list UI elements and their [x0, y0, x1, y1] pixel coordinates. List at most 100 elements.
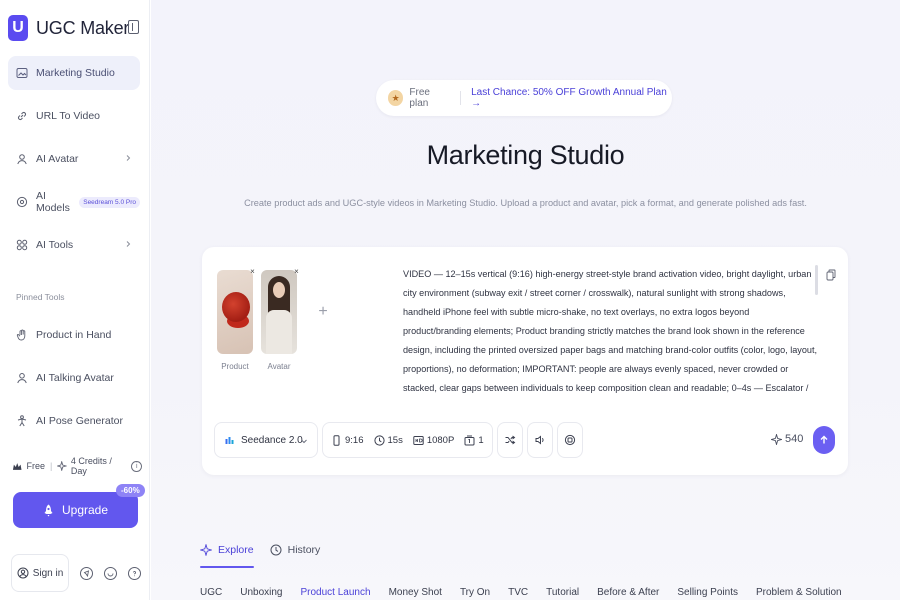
sidebar-item-ai-avatar[interactable]: AI Avatar [8, 142, 140, 176]
model-selector[interactable]: Seedance 2.0 [214, 422, 318, 458]
remove-product-icon[interactable]: × [248, 267, 257, 276]
category-tutorial[interactable]: Tutorial [546, 587, 579, 598]
category-selling-points[interactable]: Selling Points [677, 587, 738, 598]
promo-divider [460, 91, 462, 105]
sidebar-item-marketing-studio[interactable]: Marketing Studio [8, 56, 140, 90]
video-settings[interactable]: 9:16 15s 1080P 1 [322, 422, 493, 458]
category-before-after[interactable]: Before & After [597, 587, 659, 598]
sign-in-button[interactable]: Sign in [11, 554, 69, 592]
user-circle-icon [17, 567, 29, 579]
brand-name: UGC Maker [36, 17, 130, 38]
sign-in-label: Sign in [32, 567, 64, 579]
aspect-ratio-value: 9:16 [345, 434, 364, 446]
theme-icon[interactable] [104, 566, 117, 580]
credit-cost: 540 [771, 433, 803, 445]
tab-explore[interactable]: Explore [200, 533, 254, 568]
promo-banner[interactable]: ★ Free plan Last Chance: 50% OFF Growth … [376, 80, 672, 116]
generate-button[interactable] [813, 426, 835, 454]
category-tvc[interactable]: TVC [508, 587, 528, 598]
sidebar-item-url-to-video[interactable]: URL To Video [8, 99, 140, 133]
image-edit-icon [16, 67, 28, 79]
upgrade-button[interactable]: Upgrade [13, 492, 138, 528]
sidebar-item-ai-talking-avatar[interactable]: AI Talking Avatar [8, 361, 140, 395]
settings-button[interactable] [556, 422, 583, 458]
audio-button[interactable] [526, 422, 553, 458]
shuffle-button[interactable] [496, 422, 523, 458]
count-setting[interactable]: 1 [464, 434, 484, 446]
promo-link[interactable]: Last Chance: 50% OFF Growth Annual Plan … [471, 87, 672, 109]
credit-cost-value: 540 [785, 433, 804, 445]
sidebar-item-label: URL To Video [36, 110, 101, 122]
sidebar-item-label: AI Models [36, 190, 70, 214]
info-icon[interactable]: i [131, 460, 142, 472]
category-filters: UGC Unboxing Product Launch Money Shot T… [200, 587, 860, 598]
plus-icon: + [318, 303, 328, 320]
sidebar-collapse-icon[interactable] [128, 20, 139, 34]
sidebar-item-ai-models[interactable]: AI Models Seedream 5.0 Pro [8, 185, 140, 219]
link-icon [16, 110, 28, 122]
avatar-icon [16, 153, 28, 165]
help-icon[interactable] [128, 566, 141, 580]
model-badge: Seedream 5.0 Pro [79, 196, 140, 208]
shuffle-icon [505, 435, 515, 445]
sidebar-item-label: Marketing Studio [36, 67, 115, 79]
remove-avatar-icon[interactable]: × [292, 267, 301, 276]
person-icon [16, 372, 28, 384]
category-money-shot[interactable]: Money Shot [389, 587, 442, 598]
promo-plan: Free plan [409, 87, 430, 109]
tab-history[interactable]: History [270, 533, 320, 567]
prompt-textarea[interactable]: VIDEO — 12–15s vertical (9:16) high-ener… [403, 265, 818, 399]
prompt-composer: × Product × Avatar + VIDEO — 12–15s vert… [202, 247, 848, 475]
sidebar-item-ai-pose-generator[interactable]: AI Pose Generator [8, 404, 140, 438]
brand[interactable]: U UGC Maker [8, 14, 129, 42]
rocket-icon [44, 504, 53, 516]
clock-icon [373, 434, 385, 446]
copies-icon [464, 435, 475, 445]
content-tabs: Explore History [200, 533, 336, 568]
upgrade-label: Upgrade [61, 503, 109, 517]
resolution-value: 1080P [426, 434, 455, 446]
sidebar-item-label: AI Talking Avatar [36, 372, 114, 384]
avatar-label: Avatar [267, 362, 291, 371]
duration-value: 15s [387, 434, 403, 446]
copy-icon[interactable] [826, 269, 836, 281]
sidebar-footer: Sign in [11, 554, 141, 592]
crown-icon [12, 462, 22, 470]
resolution-setting[interactable]: 1080P [413, 435, 454, 446]
sidebar-item-product-in-hand[interactable]: Product in Hand [8, 318, 140, 352]
prompt-scrollbar[interactable] [815, 265, 818, 295]
chevron-right-icon [126, 155, 131, 161]
tab-label: Explore [218, 544, 254, 556]
category-product-launch[interactable]: Product Launch [301, 587, 371, 598]
pinned-tools-heading: Pinned Tools [16, 292, 65, 302]
speaker-icon [535, 435, 544, 445]
product-thumbnail[interactable] [217, 270, 253, 354]
product-label: Product [221, 362, 249, 371]
count-value: 1 [478, 434, 484, 446]
avatar-thumbnail[interactable] [261, 270, 297, 354]
category-unboxing[interactable]: Unboxing [240, 587, 282, 598]
pose-icon [16, 415, 28, 427]
duration-setting[interactable]: 15s [373, 434, 403, 446]
grid-icon [16, 239, 28, 251]
arrow-up-icon [820, 435, 828, 444]
main-content: ★ Free plan Last Chance: 50% OFF Growth … [151, 0, 900, 600]
sidebar-item-label: AI Pose Generator [36, 415, 123, 427]
daily-credits: 4 Credits / Day [70, 456, 112, 476]
aspect-ratio-setting[interactable]: 9:16 [331, 435, 364, 446]
sparkle-icon [771, 433, 782, 445]
sidebar-item-ai-tools[interactable]: AI Tools [8, 228, 140, 262]
add-reference-button[interactable]: + [304, 270, 342, 354]
sidebar-item-label: Product in Hand [36, 329, 112, 341]
sparkle-icon [57, 461, 67, 471]
category-ugc[interactable]: UGC [200, 587, 222, 598]
plan-info: Free | 4 Credits / Day i [12, 456, 142, 476]
brand-logo: U [8, 15, 28, 41]
discord-icon[interactable] [80, 566, 93, 580]
category-try-on[interactable]: Try On [460, 587, 490, 598]
clock-icon [270, 544, 282, 556]
category-problem-solution[interactable]: Problem & Solution [756, 587, 842, 598]
resolution-icon [413, 435, 424, 445]
gift-icon: ★ [388, 90, 404, 106]
model-name: Seedance 2.0 [241, 434, 303, 446]
